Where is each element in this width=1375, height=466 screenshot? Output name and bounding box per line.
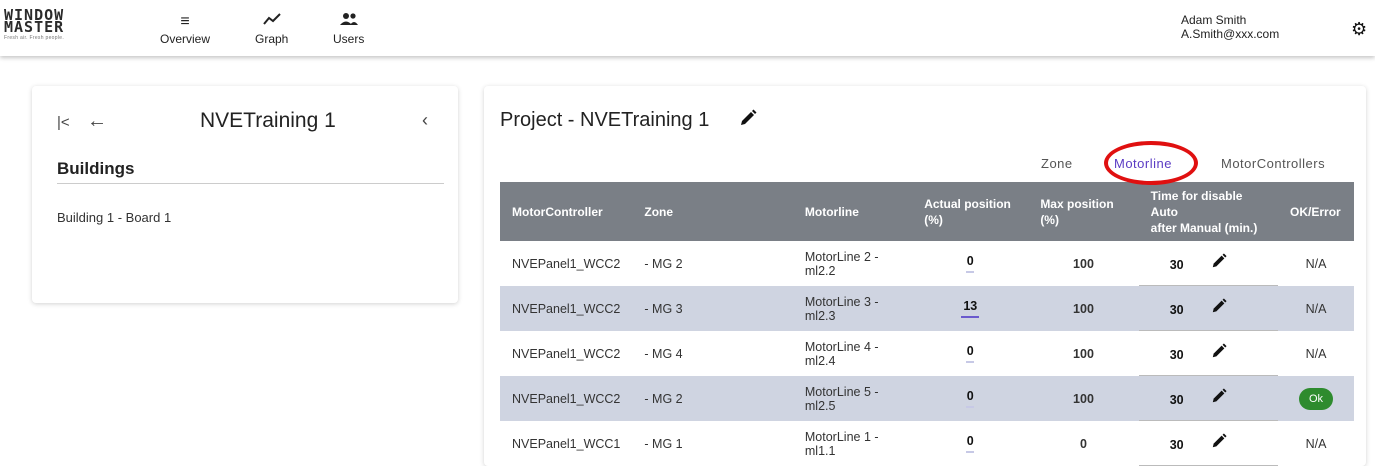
table-row: NVEPanel1_WCC1 - MG 1 MotorLine 1 - ml1.… [500,421,1354,466]
col-motorcontroller[interactable]: MotorController [500,182,633,241]
tab-zone[interactable]: Zone [1041,156,1073,171]
table-row: NVEPanel1_WCC2 - MG 2 MotorLine 5 - ml2.… [500,376,1354,421]
cell-zone: - MG 1 [644,436,683,451]
cell-motorline: MotorLine 1 - ml1.1 [804,429,879,458]
tab-bar: Zone Motorline MotorControllers [484,152,1366,184]
cell-max: 100 [1028,376,1139,421]
position-bar [961,316,980,318]
nav-overview[interactable]: ≡ Overview [160,12,210,46]
cell-time: 30 [1138,331,1279,376]
table-row: NVEPanel1_WCC2 - MG 3 MotorLine 3 - ml2.… [500,286,1354,331]
table-row: NVEPanel1_WCC2 - MG 4 MotorLine 4 - ml2.… [500,331,1354,376]
cell-actual: 13 [912,286,1029,331]
edit-icon[interactable] [1211,253,1227,274]
nav-graph[interactable]: Graph [255,12,288,46]
cell-status: N/A [1305,436,1327,451]
motorline-table: MotorController Zone Motorline Actual po… [500,182,1354,466]
edit-icon[interactable] [1211,433,1227,454]
cell-max: 100 [1073,346,1094,361]
user-email: A.Smith@xxx.com [1181,27,1280,41]
position-bar [966,451,975,453]
panel-title: NVETraining 1 [200,109,336,132]
cell-motorline: MotorLine 4 - ml2.4 [804,339,879,368]
divider [57,183,444,184]
cell-max: 0 [1080,436,1087,451]
col-max-position[interactable]: Max position (%) [1028,182,1139,241]
ok-badge[interactable]: Ok [1298,387,1334,410]
first-page-icon[interactable]: |< [57,114,70,131]
cell-zone: - MG 3 [632,286,793,331]
cell-controller: NVEPanel1_WCC2 [500,376,633,421]
cell-max: 100 [1073,256,1094,271]
cell-controller: NVEPanel1_WCC2 [500,286,633,331]
col-time-disable[interactable]: Time for disable Auto after Manual (min.… [1138,182,1279,241]
user-name: Adam Smith [1181,13,1247,27]
cell-status: Ok [1278,376,1354,421]
edit-icon[interactable] [1211,388,1227,409]
cell-max: 100 [1028,286,1139,331]
col-zone[interactable]: Zone [632,182,793,241]
cell-actual: 0 [912,331,1028,376]
cell-controller: NVEPanel1_WCC1 [512,436,621,451]
cell-actual: 0 [912,421,1028,466]
cell-status: N/A [1305,256,1327,271]
cell-time: 30 [1138,421,1279,466]
cell-time: 30 [1138,286,1279,331]
position-bar [966,406,975,408]
highlight-circle [1104,141,1198,185]
nav-users[interactable]: Users [333,12,364,46]
collapse-icon[interactable]: ‹ [422,110,428,131]
menu-icon: ≡ [180,13,190,30]
trending-icon [255,12,288,32]
project-title: Project - NVETraining 1 [500,109,710,131]
cell-motorline: MotorLine 5 - ml2.5 [792,376,913,421]
cell-zone: - MG 4 [644,346,683,361]
cell-motorline: MotorLine 3 - ml2.3 [792,286,913,331]
edit-project-icon[interactable] [739,109,757,132]
cell-time: 30 [1138,376,1279,421]
table-row: NVEPanel1_WCC2 - MG 2 MotorLine 2 - ml2.… [500,241,1354,286]
cell-status: N/A [1305,346,1327,361]
col-motorline[interactable]: Motorline [792,182,913,241]
project-panel: Project - NVETraining 1 Zone Motorline M… [484,86,1366,466]
cell-zone: - MG 2 [632,376,793,421]
windowmaster-logo[interactable]: WINDOW MASTER Fresh air. Fresh people. [4,8,124,42]
cell-time: 30 [1138,241,1279,286]
position-bar [966,361,975,363]
col-actual-position[interactable]: Actual position (%) [912,182,1029,241]
top-bar: WINDOW MASTER Fresh air. Fresh people. ≡… [0,0,1375,56]
cell-actual: 0 [912,376,1029,421]
edit-icon[interactable] [1211,343,1227,364]
users-icon [333,12,364,32]
back-arrow-icon[interactable]: ← [87,110,107,133]
section-heading: Buildings [57,159,135,178]
building-item[interactable]: Building 1 - Board 1 [57,210,171,225]
edit-icon[interactable] [1211,298,1227,319]
buildings-panel: |< ← NVETraining 1 ‹ Buildings Building … [32,86,458,303]
cell-actual: 0 [912,241,1028,286]
cell-controller: NVEPanel1_WCC2 [512,346,621,361]
col-ok-error[interactable]: OK/Error [1278,182,1354,241]
cell-status: N/A [1278,286,1354,331]
user-info[interactable]: Adam Smith A.Smith@xxx.com [1181,13,1279,41]
cell-controller: NVEPanel1_WCC2 [512,256,621,271]
table-header-row: MotorController Zone Motorline Actual po… [500,182,1354,241]
tab-motorcontrollers[interactable]: MotorControllers [1221,156,1325,171]
gear-icon[interactable]: ⚙ [1351,20,1367,38]
cell-motorline: MotorLine 2 - ml2.2 [804,249,879,278]
cell-zone: - MG 2 [644,256,683,271]
position-bar [966,271,975,273]
